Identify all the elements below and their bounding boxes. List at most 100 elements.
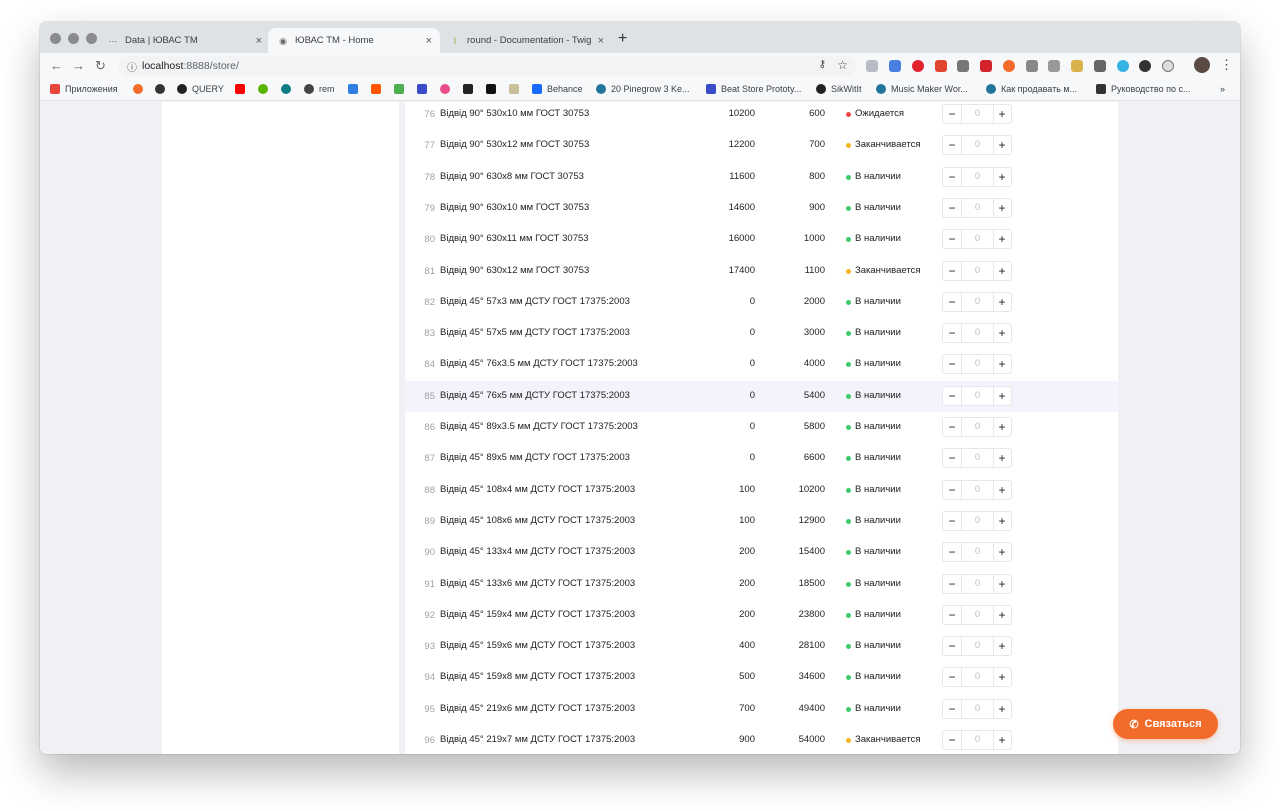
bookmark-item[interactable] [509, 84, 524, 94]
quantity-input[interactable]: 0 [961, 605, 994, 624]
quantity-stepper[interactable]: −0 + [942, 542, 1012, 563]
profile-avatar[interactable] [1194, 57, 1210, 73]
decrease-button[interactable]: − [943, 637, 961, 655]
quantity-stepper[interactable]: −0 + [942, 479, 1012, 500]
table-row[interactable]: 80 Відвід 90° 630x11 мм ГОСТ 30753 16000 10… [405, 224, 1118, 255]
quantity-input[interactable]: 0 [961, 418, 994, 436]
camera-extension-icon[interactable] [1026, 60, 1038, 72]
table-row[interactable]: 88 Відвід 45° 108x4 мм ДСТУ ГОСТ 17375:20… [405, 475, 1118, 506]
decrease-button[interactable]: − [943, 105, 961, 123]
quantity-stepper[interactable]: −0 + [942, 510, 1012, 531]
decrease-button[interactable]: − [943, 543, 961, 561]
move-extension-icon[interactable] [957, 60, 969, 72]
table-row[interactable]: 96 Відвід 45° 219x7 мм ДСТУ ГОСТ 17375:20… [405, 725, 1118, 754]
bookmark-item[interactable]: Behance [532, 84, 583, 94]
decrease-button[interactable]: − [943, 731, 961, 749]
quantity-stepper[interactable]: −0 + [942, 323, 1012, 344]
quantity-input[interactable]: 0 [961, 637, 994, 656]
quantity-stepper[interactable]: −0 + [942, 417, 1012, 437]
quantity-stepper[interactable]: −0 + [942, 135, 1012, 156]
bookmark-item[interactable] [155, 84, 170, 94]
close-tab-icon[interactable]: × [598, 35, 604, 47]
decrease-button[interactable]: − [943, 481, 961, 499]
bookmark-item[interactable] [440, 84, 455, 94]
bookmark-item[interactable] [235, 84, 250, 94]
bookmark-item[interactable] [258, 84, 273, 94]
increase-button[interactable]: + [993, 105, 1011, 123]
ring-extension-icon[interactable] [1162, 60, 1174, 72]
increase-button[interactable]: + [993, 668, 1011, 686]
menu-kebab-icon[interactable]: ⋮ [1220, 57, 1233, 73]
increase-button[interactable]: + [993, 449, 1011, 467]
quantity-stepper[interactable]: −0 + [942, 291, 1012, 312]
increase-button[interactable]: + [993, 387, 1011, 405]
table-row[interactable]: 89 Відвід 45° 108x6 мм ДСТУ ГОСТ 17375:20… [405, 506, 1118, 537]
close-window-button[interactable] [50, 33, 61, 44]
increase-button[interactable]: + [993, 230, 1011, 248]
decrease-button[interactable]: − [943, 168, 961, 186]
info-icon[interactable]: ⓘ [127, 59, 137, 74]
quantity-stepper[interactable]: −0 + [942, 667, 1012, 688]
quantity-input[interactable]: 0 [961, 292, 994, 311]
translate-extension-icon[interactable] [889, 60, 901, 72]
table-row[interactable]: 86 Відвід 45° 89x3.5 мм ДСТУ ГОСТ 17375:2… [405, 412, 1118, 443]
table-row[interactable]: 78 Відвід 90° 630x8 мм ГОСТ 30753 11600 800… [405, 162, 1118, 193]
bookmarks-more-button[interactable]: » [1220, 84, 1225, 94]
bookmark-item[interactable] [133, 84, 148, 94]
table-row[interactable]: 93 Відвід 45° 159x6 мм ДСТУ ГОСТ 17375:20… [405, 631, 1118, 662]
increase-button[interactable]: + [993, 293, 1011, 311]
bookmark-star-icon[interactable]: ☆ [837, 58, 848, 72]
bookmark-item[interactable] [463, 84, 478, 94]
bookmark-item[interactable] [417, 84, 432, 94]
cloud-extension-icon[interactable] [1048, 60, 1060, 72]
increase-button[interactable]: + [993, 355, 1011, 373]
decrease-button[interactable]: − [943, 136, 961, 154]
forward-icon[interactable]: → [72, 58, 85, 73]
quantity-input[interactable]: 0 [961, 105, 994, 123]
quantity-input[interactable]: 0 [961, 449, 994, 468]
table-row[interactable]: 84 Відвід 45° 76x3.5 мм ДСТУ ГОСТ 17375:2… [405, 349, 1118, 380]
table-row[interactable]: 91 Відвід 45° 133x6 мм ДСТУ ГОСТ 17375:20… [405, 569, 1118, 600]
bookmark-item[interactable]: 20 Pinegrow 3 Ke... [596, 84, 690, 94]
key-icon[interactable]: ⚷ [819, 59, 826, 70]
back-icon[interactable]: ← [50, 58, 63, 73]
decrease-button[interactable]: − [943, 230, 961, 248]
quantity-stepper[interactable]: −0 + [942, 573, 1012, 594]
decrease-button[interactable]: − [943, 575, 961, 593]
table-row[interactable]: 82 Відвід 45° 57x3 мм ДСТУ ГОСТ 17375:200… [405, 287, 1118, 318]
bookmark-item[interactable] [371, 84, 386, 94]
quantity-input[interactable]: 0 [961, 543, 994, 562]
quantity-stepper[interactable]: −0 + [942, 197, 1012, 218]
decrease-button[interactable]: − [943, 606, 961, 624]
dark-extension-icon[interactable] [1139, 60, 1151, 72]
increase-button[interactable]: + [993, 700, 1011, 718]
address-bar[interactable]: ⓘ localhost:8888/store/ ⚷ ☆ [118, 56, 856, 76]
fps-extension-icon[interactable] [1117, 60, 1129, 72]
bookmark-item[interactable]: Beat Store Prototy... [706, 84, 801, 94]
tab-home[interactable]: ◉ ЮВАС ТМ - Home × [268, 28, 440, 53]
close-tab-icon[interactable]: × [426, 35, 432, 47]
tab-data[interactable]: ⋯ Data | ЮВАС ТМ × [98, 28, 270, 53]
bookmark-item[interactable] [486, 84, 501, 94]
increase-button[interactable]: + [993, 481, 1011, 499]
quantity-stepper[interactable]: −0 + [942, 166, 1012, 187]
table-row[interactable]: 94 Відвід 45° 159x8 мм ДСТУ ГОСТ 17375:20… [405, 662, 1118, 693]
opera-extension-icon[interactable] [912, 60, 924, 72]
quantity-input[interactable]: 0 [961, 386, 994, 405]
quantity-input[interactable]: 0 [961, 230, 994, 249]
quantity-stepper[interactable]: −0 + [942, 604, 1012, 625]
quantity-stepper[interactable]: −0 + [942, 698, 1012, 719]
table-row[interactable]: 85 Відвід 45° 76x5 мм ДСТУ ГОСТ 17375:200… [405, 380, 1118, 412]
pin-extension-icon[interactable] [1071, 60, 1083, 72]
bookmark-item[interactable]: Приложения [50, 84, 118, 94]
decrease-button[interactable]: − [943, 262, 961, 280]
decrease-button[interactable]: − [943, 355, 961, 373]
quantity-stepper[interactable]: −0 + [942, 448, 1012, 469]
bookmark-item[interactable]: SikWitIt [816, 84, 862, 94]
quantity-input[interactable]: 0 [961, 668, 994, 687]
quantity-input[interactable]: 0 [961, 699, 994, 718]
tab-twig[interactable]: ⌇ round - Documentation - Twig × [440, 28, 612, 53]
contact-button[interactable]: ✆ Связаться [1113, 709, 1218, 739]
bookmark-item[interactable]: Music Maker Wor... [876, 84, 968, 94]
decrease-button[interactable]: − [943, 418, 961, 436]
